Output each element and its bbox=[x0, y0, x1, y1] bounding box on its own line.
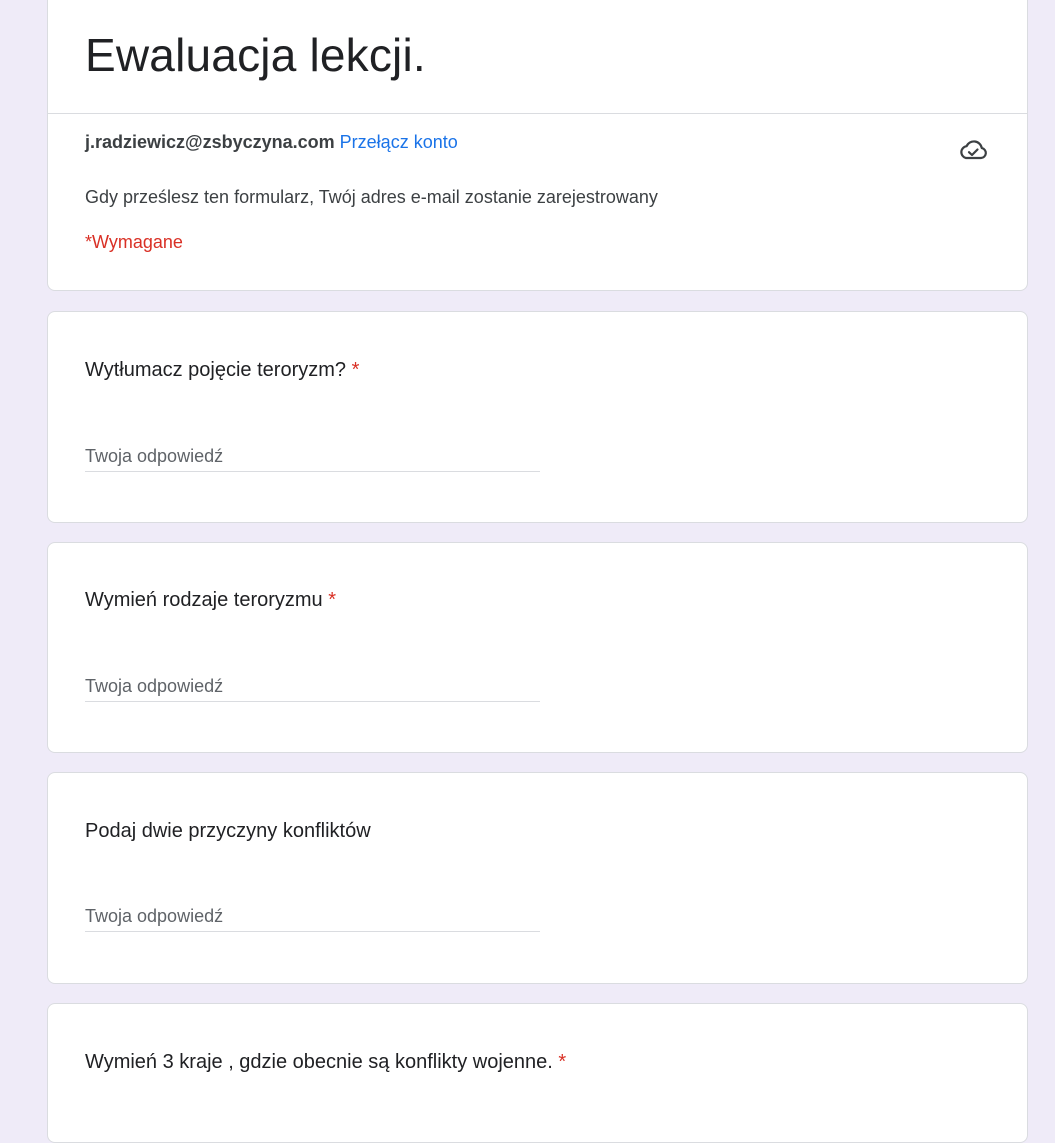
account-email: j.radziewicz@zsbyczyna.com bbox=[85, 132, 335, 152]
required-asterisk: * bbox=[558, 1051, 567, 1073]
required-note: *Wymagane bbox=[85, 232, 183, 252]
question-title: Wymień 3 kraje , gdzie obecnie są konfli… bbox=[85, 1050, 566, 1074]
question-card: Wymień 3 kraje , gdzie obecnie są konfli… bbox=[47, 1003, 1028, 1143]
question-title: Wymień rodzaje teroryzmu * bbox=[85, 588, 336, 612]
switch-account-link[interactable]: Przełącz konto bbox=[340, 132, 458, 152]
header-divider bbox=[48, 113, 1027, 114]
question-title: Podaj dwie przyczyny konfliktów bbox=[85, 819, 371, 843]
required-asterisk: * bbox=[328, 589, 337, 611]
account-row: j.radziewicz@zsbyczyna.com Przełącz kont… bbox=[85, 131, 458, 153]
required-asterisk: * bbox=[351, 359, 360, 381]
question-text: Wymień 3 kraje , gdzie obecnie są konfli… bbox=[85, 1051, 553, 1073]
question-text: Wytłumacz pojęcie teroryzm? bbox=[85, 359, 347, 381]
cloud-check-icon[interactable] bbox=[957, 138, 989, 162]
answer-input[interactable] bbox=[85, 901, 540, 932]
answer-input[interactable] bbox=[85, 441, 540, 472]
form-title: Ewaluacja lekcji. bbox=[85, 29, 426, 81]
question-card: Wytłumacz pojęcie teroryzm? * bbox=[47, 311, 1028, 523]
email-collection-note: Gdy prześlesz ten formularz, Twój adres … bbox=[85, 187, 658, 207]
question-card: Podaj dwie przyczyny konfliktów bbox=[47, 772, 1028, 984]
question-card: Wymień rodzaje teroryzmu * bbox=[47, 542, 1028, 753]
question-text: Wymień rodzaje teroryzmu bbox=[85, 589, 323, 611]
question-text: Podaj dwie przyczyny konfliktów bbox=[85, 820, 371, 842]
answer-input[interactable] bbox=[85, 671, 540, 702]
form-header-card: Ewaluacja lekcji. j.radziewicz@zsbyczyna… bbox=[47, 0, 1028, 291]
question-title: Wytłumacz pojęcie teroryzm? * bbox=[85, 358, 359, 382]
